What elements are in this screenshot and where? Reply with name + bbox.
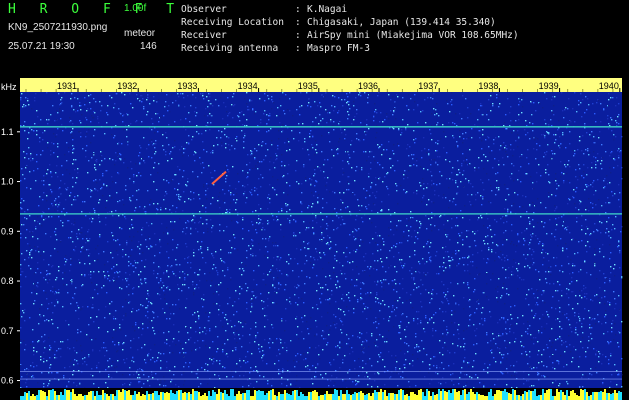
version-label: 1.00f	[124, 3, 147, 14]
y-tick-label: 1.1	[1, 127, 14, 137]
y-tick-label: 0.6	[1, 376, 14, 386]
filename-label: KN9_2507211930.png	[8, 22, 108, 33]
datetime-label: 25.07.21 19:30	[8, 41, 75, 52]
info-label: Receiving Location	[181, 17, 284, 28]
info-value: Chigasaki, Japan (139.414 35.340)	[307, 17, 496, 28]
time-label: 1937	[418, 81, 438, 91]
count-label: 146	[140, 41, 157, 52]
time-bar-background	[20, 78, 622, 92]
time-label: 1939	[539, 81, 559, 91]
y-tick-label: 0.7	[1, 326, 14, 336]
time-label: 1933	[177, 81, 197, 91]
info-separator: :	[295, 17, 301, 28]
axis-unit-label: kHz	[1, 82, 17, 92]
info-label: Receiver	[181, 30, 227, 41]
header-panel: H R O F F T 1.00f KN9_2507211930.png met…	[0, 0, 629, 78]
time-label: 1936	[358, 81, 378, 91]
time-label: 1934	[238, 81, 258, 91]
time-label: 1932	[117, 81, 137, 91]
spectrogram-svg: kHz1.11.00.90.80.70.6 1931 1932 1933 1934 19…	[0, 78, 629, 400]
app-title: H R O F F T	[8, 2, 183, 17]
y-tick-label: 0.8	[1, 276, 14, 286]
info-value: K.Nagai	[307, 4, 348, 15]
time-scale-bar: 1931 1932 1933 1934 1935 1936 1937 1938 1939 1940	[20, 78, 622, 92]
info-label: Receiving antenna	[181, 43, 279, 54]
info-value: AirSpy mini (Miakejima VOR 108.65MHz)	[307, 30, 519, 41]
noise-layer	[20, 92, 623, 389]
y-tick-label: 0.9	[1, 226, 14, 236]
spectrogram-panel: kHz 1.1 1.0 0.9 0.8 0.7 0.6 1931 1932 1933 1934 19…	[0, 78, 629, 400]
time-label: 1940	[599, 81, 619, 91]
time-label: 1935	[298, 81, 318, 91]
bottom-level-bar	[0, 388, 629, 400]
y-tick-label: 1.0	[1, 177, 14, 187]
info-separator: :	[295, 43, 301, 54]
info-value: Maspro FM-3	[307, 43, 370, 54]
time-label: 1938	[478, 81, 498, 91]
time-label: 1931	[57, 81, 77, 91]
mode-label: meteor	[124, 28, 156, 39]
info-separator: :	[295, 4, 301, 15]
info-separator: :	[295, 30, 301, 41]
info-label: Observer	[181, 4, 227, 15]
